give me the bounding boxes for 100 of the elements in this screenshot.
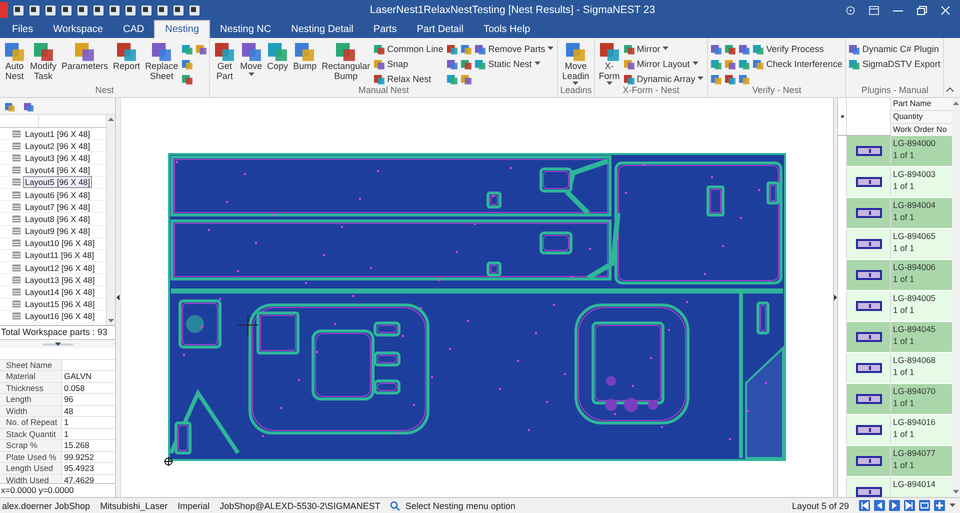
ribbon-tab[interactable]: Workspace (43, 21, 113, 38)
ribbon-button[interactable]: Modify Task (28, 40, 59, 82)
ribbon-button[interactable]: Remove Parts (474, 41, 556, 56)
scroll-down-icon[interactable] (953, 490, 959, 494)
ribbon-button[interactable]: Relax Nest (373, 71, 444, 86)
toolbar-icon[interactable] (125, 4, 136, 16)
column-header[interactable]: Part Name (891, 98, 952, 111)
part-view-icon[interactable] (23, 100, 34, 112)
ribbon-button[interactable]: Snap (373, 56, 444, 71)
tool-icon[interactable] (710, 42, 722, 54)
tree-item[interactable]: Layout4 [96 X 48] (23, 164, 92, 176)
toolbar-icon[interactable] (141, 4, 152, 16)
ribbon-button[interactable]: Mirror Layout (622, 56, 706, 71)
tree-item[interactable]: Layout7 [96 X 48] (23, 200, 92, 213)
ribbon-tab[interactable]: Nesting Detail (281, 21, 364, 38)
tool-icon[interactable] (724, 42, 736, 54)
ribbon-display-icon[interactable] (869, 6, 879, 14)
ribbon-button[interactable]: Mirror (622, 41, 706, 56)
tool-icon[interactable] (446, 42, 458, 54)
collapse-ribbon-icon[interactable] (946, 87, 954, 92)
help-icon[interactable] (846, 6, 855, 14)
ribbon-button[interactable]: Auto Nest (2, 40, 27, 82)
ribbon-button[interactable]: Bump (291, 40, 319, 72)
tool-icon[interactable] (738, 58, 750, 70)
tool-icon[interactable] (446, 58, 458, 70)
ribbon-button[interactable]: Move Leadin (560, 40, 592, 87)
ribbon-button[interactable]: Get Part (212, 40, 238, 82)
ribbon-button[interactable]: Dynamic C# Plugin (848, 41, 942, 56)
toolbar-icon[interactable] (189, 4, 200, 16)
ribbon-tab[interactable]: Nesting NC (210, 21, 282, 38)
tool-icon[interactable] (446, 72, 458, 84)
ribbon-button[interactable]: Rectangular Bump (320, 40, 372, 82)
tree-item[interactable]: Layout8 [96 X 48] (23, 212, 92, 225)
column-header[interactable]: Work Order No (891, 124, 952, 137)
add-button[interactable] (934, 500, 945, 511)
ribbon-button[interactable]: Dynamic Array (622, 71, 706, 86)
last-page-button[interactable] (904, 500, 915, 511)
tool-icon[interactable] (181, 72, 194, 84)
column-header[interactable]: Quantity (891, 111, 952, 124)
ribbon-tab[interactable]: Files (2, 21, 44, 38)
tree-item[interactable]: Layout5 [96 X 48] (23, 176, 92, 188)
tool-icon[interactable] (724, 58, 736, 70)
ribbon-button[interactable]: Copy (265, 40, 290, 72)
toolbar-icon[interactable] (93, 4, 104, 16)
scrollbar[interactable] (952, 98, 960, 497)
tree-item[interactable]: Layout10 [96 X 48] (23, 237, 97, 250)
ribbon-button[interactable]: Verify Process (752, 41, 844, 56)
ribbon-button[interactable]: Static Nest (474, 56, 556, 71)
tree-item[interactable]: Layout11 [96 X 48] (23, 249, 96, 262)
ribbon-tab[interactable]: Parts (363, 21, 407, 38)
toolbar-icon[interactable] (13, 4, 24, 16)
scrollbar[interactable] (106, 115, 115, 325)
toolbar-icon[interactable] (61, 4, 72, 16)
tree-item[interactable]: Layout2 [96 X 48] (23, 140, 92, 152)
scroll-up-icon[interactable] (108, 117, 114, 121)
first-page-button[interactable] (859, 500, 870, 511)
ribbon-button[interactable]: Check Interference (752, 56, 844, 71)
tool-icon[interactable] (181, 42, 194, 54)
close-icon[interactable] (941, 6, 950, 14)
tool-icon[interactable] (710, 72, 722, 84)
ribbon-tab[interactable]: CAD (112, 21, 154, 38)
toolbar-icon[interactable] (173, 4, 184, 16)
ribbon-button[interactable]: Parameters (60, 40, 110, 72)
scroll-down-icon[interactable] (108, 319, 114, 323)
tree-item[interactable]: Layout16 [96 X 48] (23, 310, 97, 322)
ribbon-button[interactable]: Report (111, 40, 142, 72)
ribbon-tab[interactable]: Nesting (154, 20, 210, 38)
tool-icon[interactable] (724, 72, 736, 84)
tool-icon[interactable] (738, 42, 750, 54)
toolbar-icon[interactable] (45, 4, 56, 16)
toolbar-icon[interactable] (77, 4, 88, 16)
tree-item[interactable]: Layout6 [96 X 48] (23, 188, 92, 201)
previous-page-button[interactable] (874, 500, 885, 511)
next-page-button[interactable] (889, 500, 900, 511)
ribbon-button[interactable]: X-Form (596, 40, 622, 87)
scroll-up-icon[interactable] (953, 101, 959, 105)
layout-view-icon[interactable] (4, 100, 15, 112)
ribbon-button[interactable]: Move (238, 40, 264, 78)
tool-icon[interactable] (710, 58, 722, 70)
tree-item[interactable]: Layout1 [96 X 48] (23, 128, 92, 140)
tool-icon[interactable] (181, 58, 194, 70)
ribbon-tab[interactable]: Part Detail (406, 21, 474, 38)
toolbar-icon[interactable] (109, 4, 120, 16)
tool-icon[interactable] (195, 42, 208, 54)
ribbon-button[interactable]: Common Line (373, 41, 444, 56)
tree-item[interactable]: Layout13 [96 X 48] (23, 274, 97, 286)
toolbar-icon[interactable] (29, 4, 40, 16)
tree-item[interactable]: Layout15 [96 X 48] (23, 298, 97, 310)
tree-item[interactable]: Layout14 [96 X 48] (23, 286, 97, 298)
ribbon-tab[interactable]: Tools Help (473, 21, 540, 38)
tree-item[interactable]: Layout12 [96 X 48] (23, 262, 97, 274)
tree-item[interactable]: Layout9 [96 X 48] (23, 225, 92, 238)
restore-icon[interactable] (917, 6, 927, 14)
tool-icon[interactable] (460, 42, 472, 54)
tool-icon[interactable] (738, 72, 750, 84)
toolbar-icon[interactable] (157, 4, 168, 16)
ribbon-button[interactable]: SigmaDSTV Export (848, 56, 942, 71)
tree-item[interactable]: Layout3 [96 X 48] (23, 152, 92, 164)
ribbon-button[interactable]: Replace Sheet (143, 40, 180, 82)
tool-icon[interactable] (460, 58, 472, 70)
